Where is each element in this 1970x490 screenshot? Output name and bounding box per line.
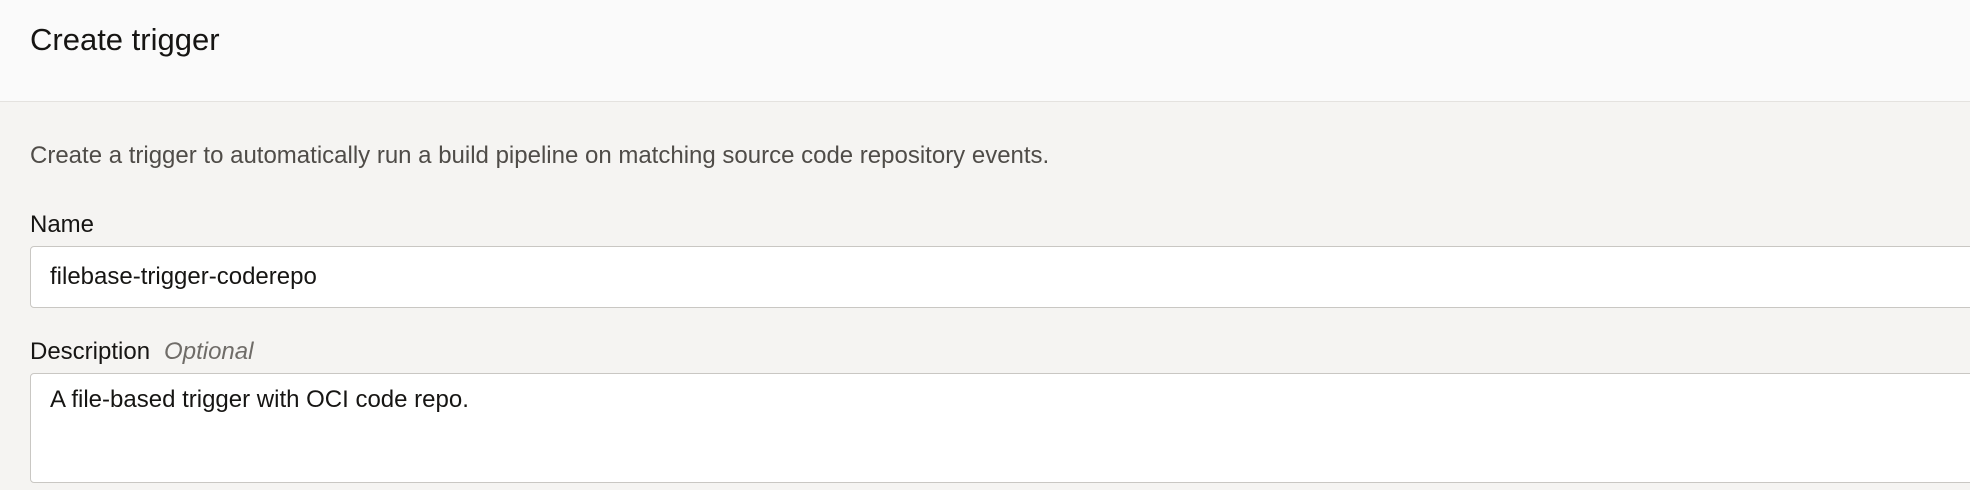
description-textarea[interactable]: A file-based trigger with OCI code repo. [30,373,1970,483]
description-label: Description Optional [30,338,253,366]
name-label: Name [30,211,94,239]
name-input[interactable] [30,246,1970,308]
intro-text: Create a trigger to automatically run a … [30,142,1050,169]
description-label-text: Description [30,338,151,365]
name-label-text: Name [30,211,95,238]
page-title: Create trigger [30,22,220,57]
optional-indicator: Optional [164,338,254,365]
panel-header: Create trigger [0,0,1970,102]
